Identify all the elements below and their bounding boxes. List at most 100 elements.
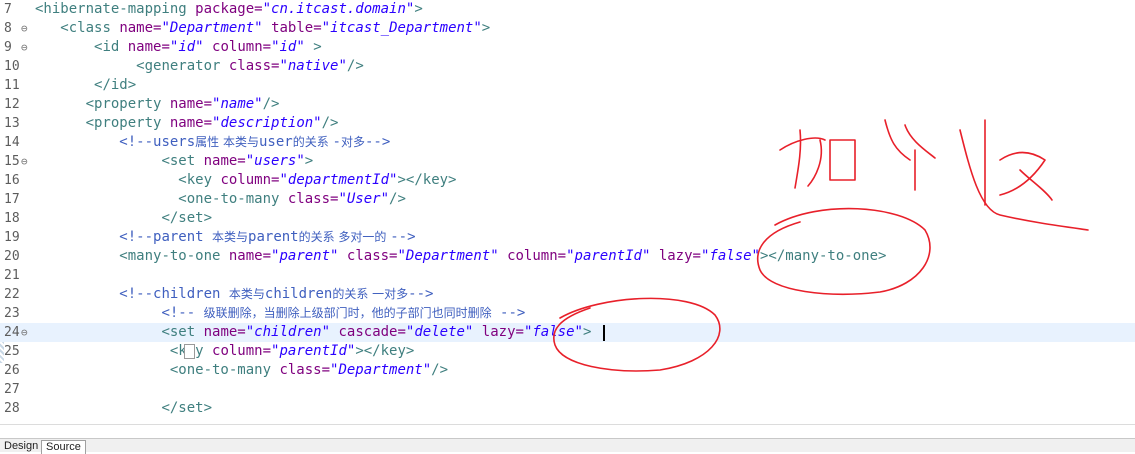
code-line[interactable]: 27: [0, 380, 1135, 399]
code-line[interactable]: 8 ⊖ <class name="Department" table="itcas…: [0, 19, 1135, 38]
horizontal-scrollbar[interactable]: [0, 424, 1135, 439]
code-line[interactable]: 28 </set>: [0, 399, 1135, 418]
code-line[interactable]: 20 <many-to-one name="parent" class="Dep…: [0, 247, 1135, 266]
code-token: <!--children: [119, 286, 229, 302]
code-token: parent: [248, 229, 299, 245]
line-number: 28: [4, 401, 20, 416]
code-token: cascade=: [338, 324, 406, 340]
code-line[interactable]: 15 ⊖ <set name="users">: [0, 152, 1135, 171]
code-token: 的关系 一对多: [332, 287, 409, 301]
code-token: "Department": [161, 20, 263, 36]
line-number: 20: [4, 249, 20, 264]
code-line[interactable]: 22 <!--children 本类与children的关系 一对多-->: [0, 285, 1135, 304]
code-token: "users": [245, 153, 305, 169]
code-line[interactable]: 14 <!--users属性 本类与user的关系 -对多-->: [0, 133, 1135, 152]
code-token: <class: [60, 20, 120, 36]
code-text: <many-to-one name="parent" class="Depart…: [35, 247, 886, 266]
code-line[interactable]: 19 <!--parent 本类与parent的关系 多对一的 -->: [0, 228, 1135, 247]
line-number: 22: [4, 287, 20, 302]
code-token: column=: [212, 39, 272, 55]
code-line[interactable]: 7 <hibernate-mapping package="cn.itcast.d…: [0, 0, 1135, 19]
code-token: <set: [161, 324, 204, 340]
code-line[interactable]: 23 <!-- 级联删除，当删除上级部门时，他的子部门也同时删除 -->: [0, 304, 1135, 323]
code-text: <!--users属性 本类与user的关系 -对多-->: [35, 133, 390, 152]
code-line[interactable]: 16 <key column="departmentId"></key>: [0, 171, 1135, 190]
code-token: name=: [119, 20, 162, 36]
code-token: column=: [507, 248, 567, 264]
code-token: class=: [346, 248, 398, 264]
fold-toggle-icon[interactable]: ⊖: [21, 38, 28, 57]
code-line[interactable]: 13 <property name="description"/>: [0, 114, 1135, 133]
code-line[interactable]: 9 ⊖ <id name="id" column="id" >: [0, 38, 1135, 57]
code-line[interactable]: 21: [0, 266, 1135, 285]
line-number: 27: [4, 382, 20, 397]
code-line[interactable]: 25 <key column="parentId"></key>: [0, 342, 1135, 361]
code-token: -: [332, 134, 341, 150]
line-number: 10: [4, 59, 20, 74]
code-text: <one-to-many class="User"/>: [35, 190, 406, 209]
code-token: 本类与: [212, 230, 249, 244]
code-line[interactable]: 17 <one-to-many class="User"/>: [0, 190, 1135, 209]
fold-toggle-icon[interactable]: ⊖: [21, 19, 28, 38]
code-token: "native": [279, 58, 347, 74]
code-token: </id>: [94, 77, 137, 93]
fold-toggle-icon[interactable]: ⊖: [21, 323, 28, 342]
code-token: <id: [94, 39, 128, 55]
code-token: class=: [287, 191, 339, 207]
code-token: <many-to-one: [119, 248, 229, 264]
code-token: name=: [169, 96, 213, 112]
code-text: <hibernate-mapping package="cn.itcast.do…: [35, 0, 423, 19]
tab-design[interactable]: Design: [0, 440, 44, 453]
line-number: 26: [4, 363, 20, 378]
code-token: "Department": [330, 362, 432, 378]
code-line[interactable]: 11 </id>: [0, 76, 1135, 95]
code-token: <!--: [161, 305, 204, 321]
line-number: 17: [4, 192, 20, 207]
code-token: name=: [203, 324, 246, 340]
line-number: 11: [4, 78, 20, 93]
code-token: >: [582, 324, 592, 340]
code-line[interactable]: 12 <property name="name"/>: [0, 95, 1135, 114]
code-token: column=: [220, 172, 280, 188]
code-text: </set>: [35, 209, 212, 228]
code-line[interactable]: 18 </set>: [0, 209, 1135, 228]
code-token: 的关系 多对一的: [298, 230, 391, 244]
line-number: 21: [4, 268, 20, 283]
code-editor[interactable]: 7 <hibernate-mapping package="cn.itcast.d…: [0, 0, 1135, 424]
code-token: >: [481, 20, 491, 36]
code-token: >: [414, 1, 423, 17]
code-line[interactable]: 10 <generator class="native"/>: [0, 57, 1135, 76]
tab-source[interactable]: Source: [41, 440, 86, 454]
code-token: lazy=: [658, 248, 701, 264]
code-token: "parent": [271, 248, 339, 264]
code-token: name=: [127, 39, 170, 55]
line-number: 25: [4, 344, 20, 359]
code-token: <!--parent: [119, 229, 213, 245]
code-line[interactable]: 24 ⊖ <set name="children" cascade="delete…: [0, 323, 1135, 342]
code-token: -->: [390, 229, 416, 245]
code-line[interactable]: 26 <one-to-many class="Department"/>: [0, 361, 1135, 380]
fold-toggle-icon[interactable]: ⊖: [21, 152, 28, 171]
code-text: <property name="name"/>: [35, 95, 280, 114]
code-token: lazy=: [481, 324, 524, 340]
code-token: 本类与: [228, 287, 265, 301]
code-text: <!-- 级联删除，当删除上级部门时，他的子部门也同时删除 -->: [35, 304, 525, 323]
line-number: 18: [4, 211, 20, 226]
code-token: children: [264, 286, 333, 302]
code-token: 的关系: [292, 135, 333, 149]
code-token: package=: [195, 1, 263, 17]
